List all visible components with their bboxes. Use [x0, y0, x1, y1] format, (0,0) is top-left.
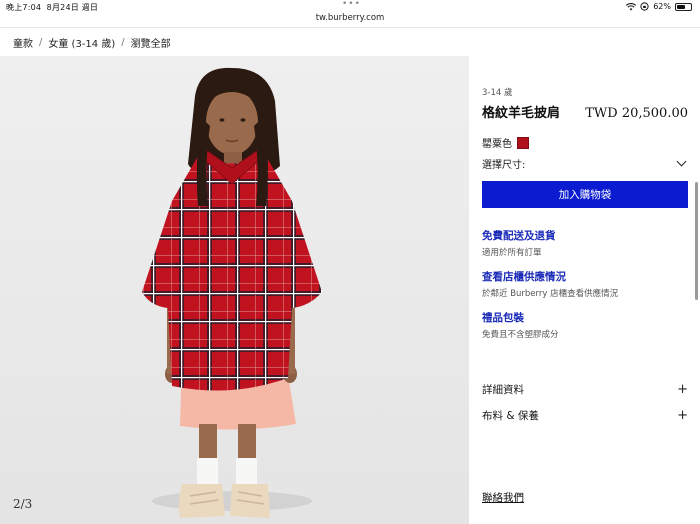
- service-subtitle: 於鄰近 Burberry 店櫃查看供應情況: [482, 289, 619, 299]
- service-list: 免費配送及退貨 適用於所有訂單 查看店櫃供應情況 於鄰近 Burberry 店櫃…: [482, 228, 688, 340]
- service-link-free-delivery[interactable]: 免費配送及退貨: [482, 228, 688, 243]
- product-details: 3-14 歲 格紋羊毛披肩 TWD 20,500.00 罌粟色 選擇尺寸: 加入…: [482, 86, 688, 351]
- info-accordion: 詳細資料 + 布料 & 保養 +: [482, 376, 688, 428]
- service-gift-wrap: 禮品包裝 免費且不含塑膠成分: [482, 310, 688, 340]
- breadcrumb-separator: /: [39, 37, 43, 48]
- address-bar[interactable]: tw.burberry.com: [0, 12, 700, 26]
- product-price: TWD 20,500.00: [585, 106, 688, 121]
- product-image-gallery[interactable]: 2/3: [0, 56, 469, 524]
- size-label: 選擇尺寸:: [482, 160, 526, 171]
- wifi-icon: [626, 2, 637, 10]
- gallery-counter: 2/3: [13, 497, 33, 511]
- service-subtitle: 免費且不含塑膠成分: [482, 330, 559, 340]
- chevron-down-icon[interactable]: [676, 156, 687, 167]
- accordion-label: 布料 & 保養: [482, 409, 539, 422]
- rotation-lock-icon: [640, 2, 649, 11]
- breadcrumb: 童款 / 女童 (3-14 歲) / 瀏覽全部: [13, 35, 171, 50]
- product-title: 格紋羊毛披肩: [482, 106, 561, 121]
- breadcrumb-item-girls[interactable]: 女童 (3-14 歲): [48, 35, 115, 50]
- add-to-bag-button[interactable]: 加入購物袋: [482, 181, 688, 208]
- url-text[interactable]: tw.burberry.com: [316, 13, 385, 23]
- service-link-store-availability[interactable]: 查看店櫃供應情況: [482, 269, 688, 284]
- product-photo: [0, 56, 469, 524]
- battery-percent: 62%: [653, 2, 671, 11]
- accordion-details[interactable]: 詳細資料 +: [482, 376, 688, 402]
- header-divider: [0, 27, 700, 28]
- status-icons: 62%: [626, 2, 692, 11]
- color-label: 罌粟色: [482, 139, 512, 150]
- scrollbar-thumb[interactable]: [695, 182, 698, 300]
- service-store-availability: 查看店櫃供應情況 於鄰近 Burberry 店櫃查看供應情況: [482, 269, 688, 299]
- plus-icon[interactable]: +: [677, 383, 688, 396]
- accordion-fabric-care[interactable]: 布料 & 保養 +: [482, 402, 688, 428]
- plus-icon[interactable]: +: [677, 409, 688, 422]
- breadcrumb-separator: /: [121, 37, 125, 48]
- battery-icon: [675, 2, 692, 11]
- size-selector[interactable]: 選擇尺寸:: [482, 156, 688, 171]
- color-selector: 罌粟色: [482, 135, 688, 150]
- service-subtitle: 適用於所有訂單: [482, 248, 542, 258]
- color-swatch[interactable]: [517, 136, 529, 149]
- service-free-delivery: 免費配送及退貨 適用於所有訂單: [482, 228, 688, 258]
- service-link-gift-wrap[interactable]: 禮品包裝: [482, 310, 688, 325]
- title-row: 格紋羊毛披肩 TWD 20,500.00: [482, 102, 688, 121]
- breadcrumb-item-kids[interactable]: 童款: [13, 35, 33, 50]
- accordion-label: 詳細資料: [482, 383, 524, 396]
- contact-us-link[interactable]: 聯絡我們: [482, 490, 524, 505]
- tab-handle-dots[interactable]: •••: [342, 0, 361, 9]
- age-range: 3-14 歲: [482, 88, 513, 98]
- breadcrumb-item-view-all[interactable]: 瀏覽全部: [131, 35, 171, 50]
